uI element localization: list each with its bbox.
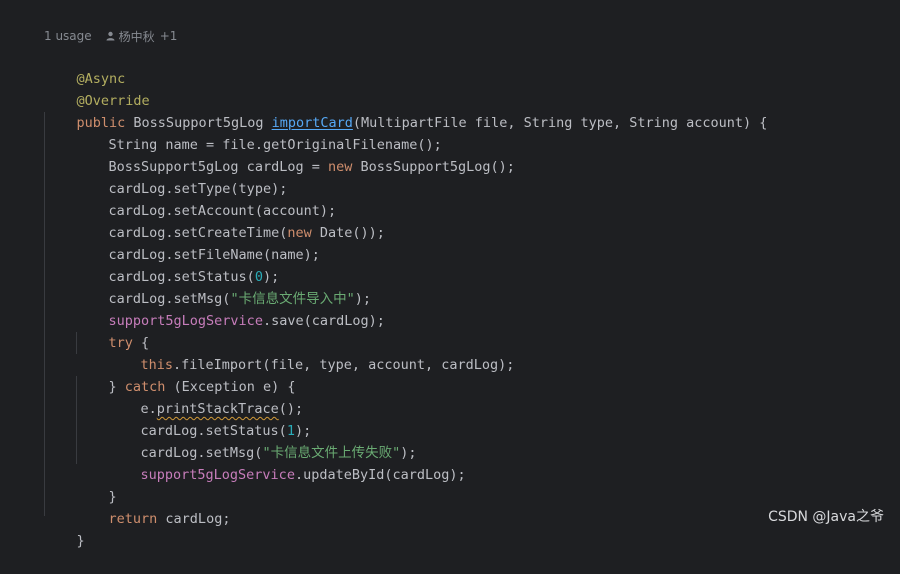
code-line[interactable]: support5gLogService.save(cardLog);: [76, 288, 385, 329]
code-text: cardLog;: [157, 511, 231, 527]
code-text: BossSupport5gLog();: [352, 159, 515, 175]
keyword: new: [327, 159, 353, 175]
code-line[interactable]: } catch (Exception e) {: [76, 354, 296, 395]
code-line[interactable]: BossSupport5gLog cardLog = new BossSuppo…: [76, 134, 515, 175]
code-line[interactable]: this.fileImport(file, type, account, car…: [108, 332, 515, 373]
code-line[interactable]: cardLog.setMsg("卡信息文件导入中");: [76, 266, 371, 307]
code-line[interactable]: try {: [76, 310, 150, 351]
code-line[interactable]: cardLog.setStatus(1);: [108, 398, 312, 439]
code-line[interactable]: cardLog.setCreateTime(new Date());: [76, 200, 385, 241]
author-name: 杨中秋: [118, 29, 155, 44]
code-line[interactable]: cardLog.setFileName(name);: [76, 222, 320, 263]
code-line[interactable]: @Async: [44, 46, 126, 87]
author-extra: +1: [159, 29, 178, 43]
code-line[interactable]: }: [44, 508, 85, 549]
usage-count[interactable]: 1 usage: [44, 29, 92, 43]
code-editor[interactable]: 1 usage 杨中秋 +1 @Async @Override public B…: [0, 0, 900, 549]
code-text: .updateById(cardLog);: [294, 467, 466, 483]
code-line[interactable]: cardLog.setStatus(0);: [76, 244, 280, 285]
code-line[interactable]: public BossSupport5gLog importCard(Multi…: [44, 90, 768, 131]
code-line[interactable]: e.printStackTrace();: [108, 376, 304, 417]
code-text: Date());: [311, 225, 385, 241]
code-line[interactable]: }: [76, 464, 117, 505]
inlay-hint[interactable]: 1 usage 杨中秋 +1: [44, 27, 177, 45]
code-line[interactable]: cardLog.setType(type);: [76, 156, 288, 197]
author-hint[interactable]: 杨中秋 +1: [106, 28, 178, 45]
code-line[interactable]: cardLog.setMsg("卡信息文件上传失败");: [108, 420, 417, 461]
code-line[interactable]: return cardLog;: [76, 486, 231, 527]
code-line[interactable]: support5gLogService.updateById(cardLog);: [108, 442, 466, 483]
field-reference: support5gLogService: [140, 467, 295, 483]
watermark: CSDN @Java之爷: [768, 509, 884, 525]
indent-guide: [44, 112, 45, 516]
code-text: }: [76, 533, 85, 549]
code-line[interactable]: String name = file.getOriginalFilename()…: [76, 112, 442, 153]
code-line[interactable]: cardLog.setAccount(account);: [76, 178, 337, 219]
person-icon: [106, 31, 115, 41]
code-line[interactable]: @Override: [44, 68, 150, 109]
code-text: .save(cardLog);: [262, 313, 385, 329]
keyword: return: [108, 511, 158, 527]
